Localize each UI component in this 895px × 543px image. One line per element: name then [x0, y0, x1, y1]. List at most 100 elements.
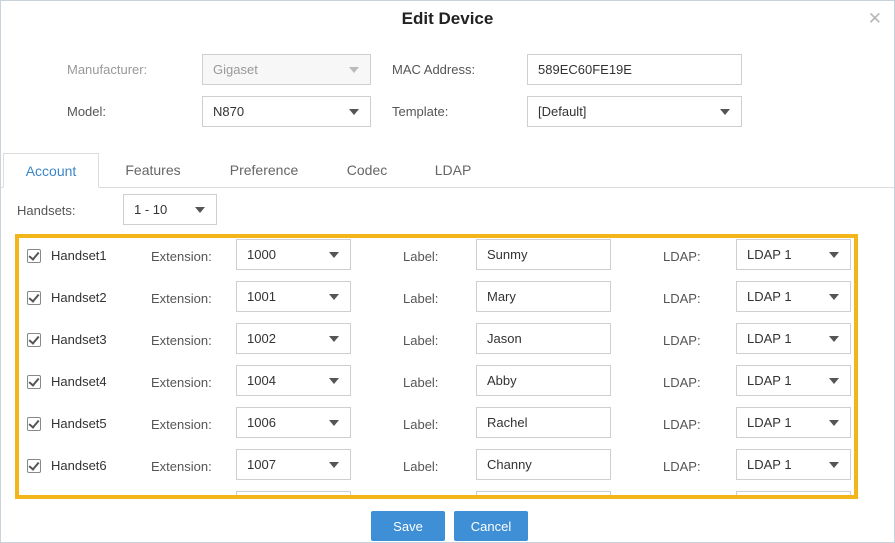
ldap-select[interactable]: [736, 491, 851, 495]
extension-select[interactable]: 1001: [236, 281, 351, 312]
close-icon[interactable]: ✕: [868, 9, 882, 29]
handsets-range-value: 1 - 10: [134, 202, 168, 217]
ldap-select[interactable]: LDAP 1: [736, 449, 851, 480]
extension-label: Extension:: [151, 249, 212, 264]
handset-checkbox[interactable]: [27, 291, 41, 305]
chevron-down-icon: [829, 251, 839, 258]
mac-address-value: 589EC60FE19E: [538, 62, 632, 77]
ldap-value: LDAP 1: [747, 457, 792, 472]
extension-select[interactable]: 1000: [236, 239, 351, 270]
extension-value: 1004: [247, 373, 276, 388]
extension-label: Extension:: [151, 291, 212, 306]
template-value: [Default]: [538, 104, 587, 119]
cancel-button[interactable]: Cancel: [454, 511, 528, 541]
ldap-select[interactable]: LDAP 1: [736, 365, 851, 396]
ldap-label: LDAP:: [663, 459, 701, 474]
extension-select[interactable]: [236, 491, 351, 495]
tab-ldap[interactable]: LDAP: [423, 153, 483, 187]
extension-label: Extension:: [151, 375, 212, 390]
handset-label-field[interactable]: Channy: [476, 449, 611, 480]
ldap-value: LDAP 1: [747, 247, 792, 262]
extension-value: 1000: [247, 247, 276, 262]
handset-checkbox[interactable]: [27, 459, 41, 473]
chevron-down-icon: [829, 461, 839, 468]
handset-row: Handset1 Extension: 1000 Label: Sunmy LDAP: LD…: [1, 237, 894, 279]
chevron-down-icon: [349, 108, 359, 115]
handset-checkbox[interactable]: [27, 375, 41, 389]
ldap-label: LDAP:: [663, 291, 701, 306]
handset-label-field[interactable]: Rachel: [476, 407, 611, 438]
tab-bar: Account Features Preference Codec LDAP: [1, 153, 894, 188]
handset-list: Handset1 Extension: 1000 Label: Sunmy LDAP: LD…: [1, 237, 894, 495]
chevron-down-icon: [349, 66, 359, 73]
model-value: N870: [213, 104, 245, 119]
tab-codec[interactable]: Codec: [335, 153, 399, 187]
template-select[interactable]: [Default]: [527, 96, 742, 127]
handset-checkbox[interactable]: [27, 417, 41, 431]
label-label: Label:: [403, 417, 439, 432]
extension-select[interactable]: 1002: [236, 323, 351, 354]
handset-label-value: Abby: [487, 373, 517, 388]
chevron-down-icon: [329, 251, 339, 258]
ldap-label: LDAP:: [663, 375, 701, 390]
ldap-select[interactable]: LDAP 1: [736, 239, 851, 270]
handset-name: Handset6: [51, 458, 107, 473]
ldap-value: LDAP 1: [747, 373, 792, 388]
mac-address-label: MAC Address:: [392, 62, 476, 77]
handset-label-value: Channy: [487, 457, 532, 472]
chevron-down-icon: [829, 293, 839, 300]
extension-label: Extension:: [151, 417, 212, 432]
label-label: Label:: [403, 291, 439, 306]
extension-value: 1002: [247, 331, 276, 346]
handset-label-value: Sunmy: [487, 247, 528, 262]
ldap-label: LDAP:: [663, 417, 701, 432]
extension-label: Extension:: [151, 333, 212, 348]
extension-select[interactable]: 1006: [236, 407, 351, 438]
manufacturer-value: Gigaset: [213, 62, 258, 77]
mac-address-field[interactable]: 589EC60FE19E: [527, 54, 742, 85]
edit-device-dialog: Edit Device ✕ Manufacturer: Gigaset MAC …: [0, 0, 895, 543]
label-label: Label:: [403, 333, 439, 348]
handset-label-value: Rachel: [487, 415, 528, 430]
chevron-down-icon: [329, 335, 339, 342]
save-button[interactable]: Save: [371, 511, 445, 541]
extension-select[interactable]: 1007: [236, 449, 351, 480]
chevron-down-icon: [720, 108, 730, 115]
extension-select[interactable]: 1004: [236, 365, 351, 396]
ldap-select[interactable]: LDAP 1: [736, 281, 851, 312]
handset-name: Handset1: [51, 248, 107, 263]
handset-label-field[interactable]: Jason: [476, 323, 611, 354]
handset-label-field[interactable]: [476, 491, 611, 495]
tab-account[interactable]: Account: [3, 153, 99, 188]
model-select[interactable]: N870: [202, 96, 371, 127]
chevron-down-icon: [829, 377, 839, 384]
ldap-label: LDAP:: [663, 333, 701, 348]
handset-row: Handset2 Extension: 1001 Label: Mary LDAP: LDA…: [1, 279, 894, 321]
handset-checkbox[interactable]: [27, 333, 41, 347]
handset-row: Handset3 Extension: 1002 Label: Jason LDAP: LD…: [1, 321, 894, 363]
tab-preference[interactable]: Preference: [215, 153, 313, 187]
handset-name: Handset3: [51, 332, 107, 347]
label-label: Label:: [403, 249, 439, 264]
handset-row: Handset4 Extension: 1004 Label: Abby LDAP: LDA…: [1, 363, 894, 405]
ldap-value: LDAP 1: [747, 331, 792, 346]
manufacturer-label: Manufacturer:: [67, 62, 148, 77]
handset-label-value: Jason: [487, 331, 522, 346]
handset-label-field[interactable]: Sunmy: [476, 239, 611, 270]
tab-features[interactable]: Features: [111, 153, 195, 187]
ldap-value: LDAP 1: [747, 415, 792, 430]
model-label: Model:: [67, 104, 107, 119]
handsets-range-select[interactable]: 1 - 10: [123, 194, 217, 225]
ldap-select[interactable]: LDAP 1: [736, 407, 851, 438]
chevron-down-icon: [329, 377, 339, 384]
handset-name: Handset2: [51, 290, 107, 305]
ldap-label: LDAP:: [663, 249, 701, 264]
handset-label-field[interactable]: Mary: [476, 281, 611, 312]
handset-label-field[interactable]: Abby: [476, 365, 611, 396]
handset-checkbox[interactable]: [27, 249, 41, 263]
manufacturer-select: Gigaset: [202, 54, 371, 85]
handset-row: Handset6 Extension: 1007 Label: Channy LDAP: L…: [1, 447, 894, 489]
ldap-select[interactable]: LDAP 1: [736, 323, 851, 354]
extension-value: 1001: [247, 289, 276, 304]
chevron-down-icon: [829, 335, 839, 342]
